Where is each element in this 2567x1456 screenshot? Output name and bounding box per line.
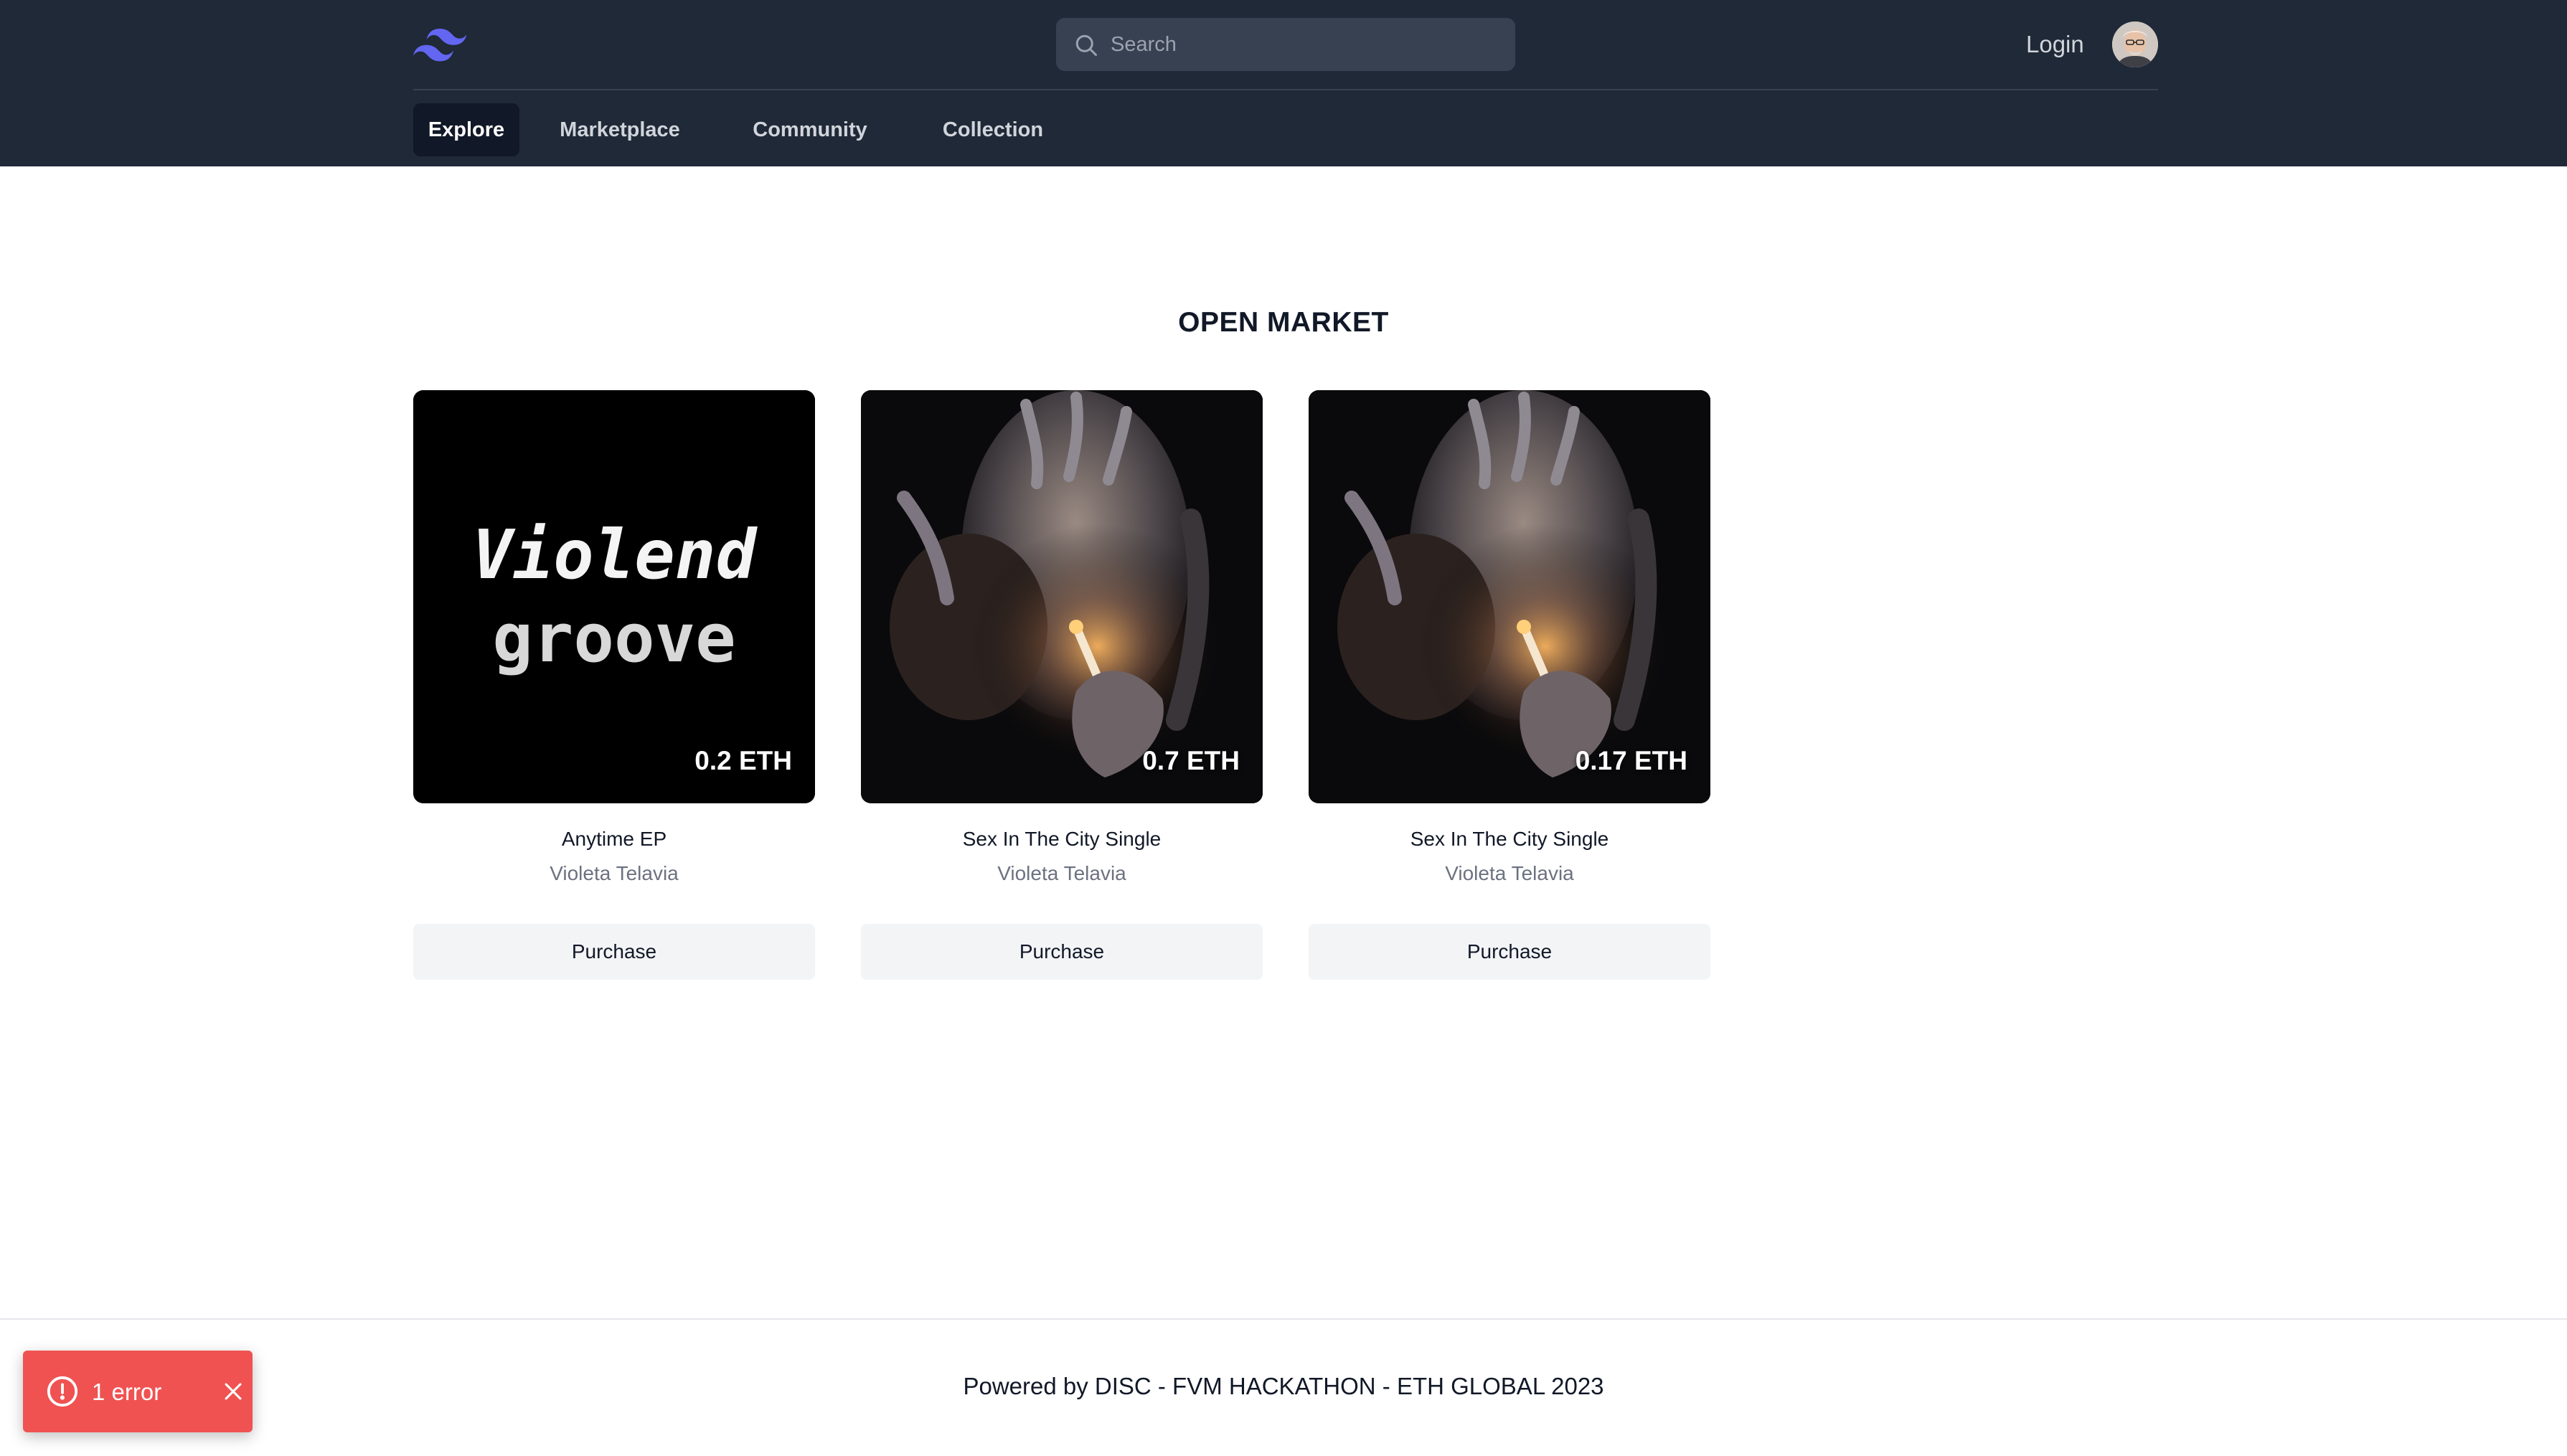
- cover-photo-art: [1309, 390, 1710, 803]
- purchase-button[interactable]: Purchase: [1309, 924, 1710, 980]
- top-bar: Login: [413, 0, 2158, 90]
- album-cover-image[interactable]: 0.17 ETH: [1309, 390, 1710, 803]
- cover-text-line-1: Violend: [472, 516, 758, 595]
- card-artist: Violeta Telavia: [997, 862, 1126, 884]
- card-title: Anytime EP: [561, 828, 667, 850]
- login-link[interactable]: Login: [2026, 30, 2084, 59]
- tab-explore[interactable]: Explore: [413, 103, 519, 156]
- tailwind-logo-icon[interactable]: [413, 27, 466, 62]
- purchase-button[interactable]: Purchase: [413, 924, 815, 980]
- price-badge: 0.7 ETH: [1142, 746, 1240, 775]
- card-title: Sex In The City Single: [1410, 828, 1609, 850]
- album-cover-image[interactable]: 0.7 ETH: [861, 390, 1263, 803]
- search-icon: [1075, 34, 1097, 56]
- card-artist: Violeta Telavia: [1445, 862, 1574, 884]
- search-bar[interactable]: [1056, 18, 1515, 71]
- header-container: Login Explore Marketplace Community Coll…: [413, 0, 2158, 166]
- album-cover-image[interactable]: Violend groove 0.2 ETH: [413, 390, 815, 803]
- user-avatar[interactable]: [2112, 22, 2158, 67]
- product-card: 0.17 ETH Sex In The City Single Violeta …: [1309, 390, 1710, 980]
- error-toast[interactable]: 1 error: [23, 1351, 253, 1432]
- price-badge: 0.17 ETH: [1575, 746, 1687, 775]
- tab-community[interactable]: Community: [742, 103, 878, 156]
- footer-text: Powered by DISC - FVM HACKATHON - ETH GL…: [963, 1373, 1604, 1399]
- page-title: OPEN MARKET: [1178, 307, 1389, 338]
- close-icon[interactable]: [221, 1379, 245, 1404]
- card-artist: Violeta Telavia: [550, 862, 679, 884]
- cover-photo-art: [861, 390, 1263, 803]
- product-card: 0.7 ETH Sex In The City Single Violeta T…: [861, 390, 1263, 980]
- error-count-text[interactable]: 1 error: [92, 1378, 161, 1407]
- purchase-button[interactable]: Purchase: [861, 924, 1263, 980]
- card-title: Sex In The City Single: [962, 828, 1162, 850]
- price-badge: 0.2 ETH: [694, 746, 792, 775]
- top-header: Login Explore Marketplace Community Coll…: [0, 0, 2567, 166]
- alert-circle-icon: [47, 1376, 78, 1407]
- cover-text-line-2: groove: [492, 600, 736, 678]
- product-card: Violend groove 0.2 ETH Anytime EP Violet…: [413, 390, 815, 980]
- tab-collection[interactable]: Collection: [924, 103, 1062, 156]
- tab-marketplace[interactable]: Marketplace: [548, 103, 692, 156]
- cover-logo-art: Violend groove: [413, 390, 815, 803]
- page-footer: Powered by DISC - FVM HACKATHON - ETH GL…: [0, 1318, 2567, 1456]
- search-input[interactable]: [1111, 18, 1498, 71]
